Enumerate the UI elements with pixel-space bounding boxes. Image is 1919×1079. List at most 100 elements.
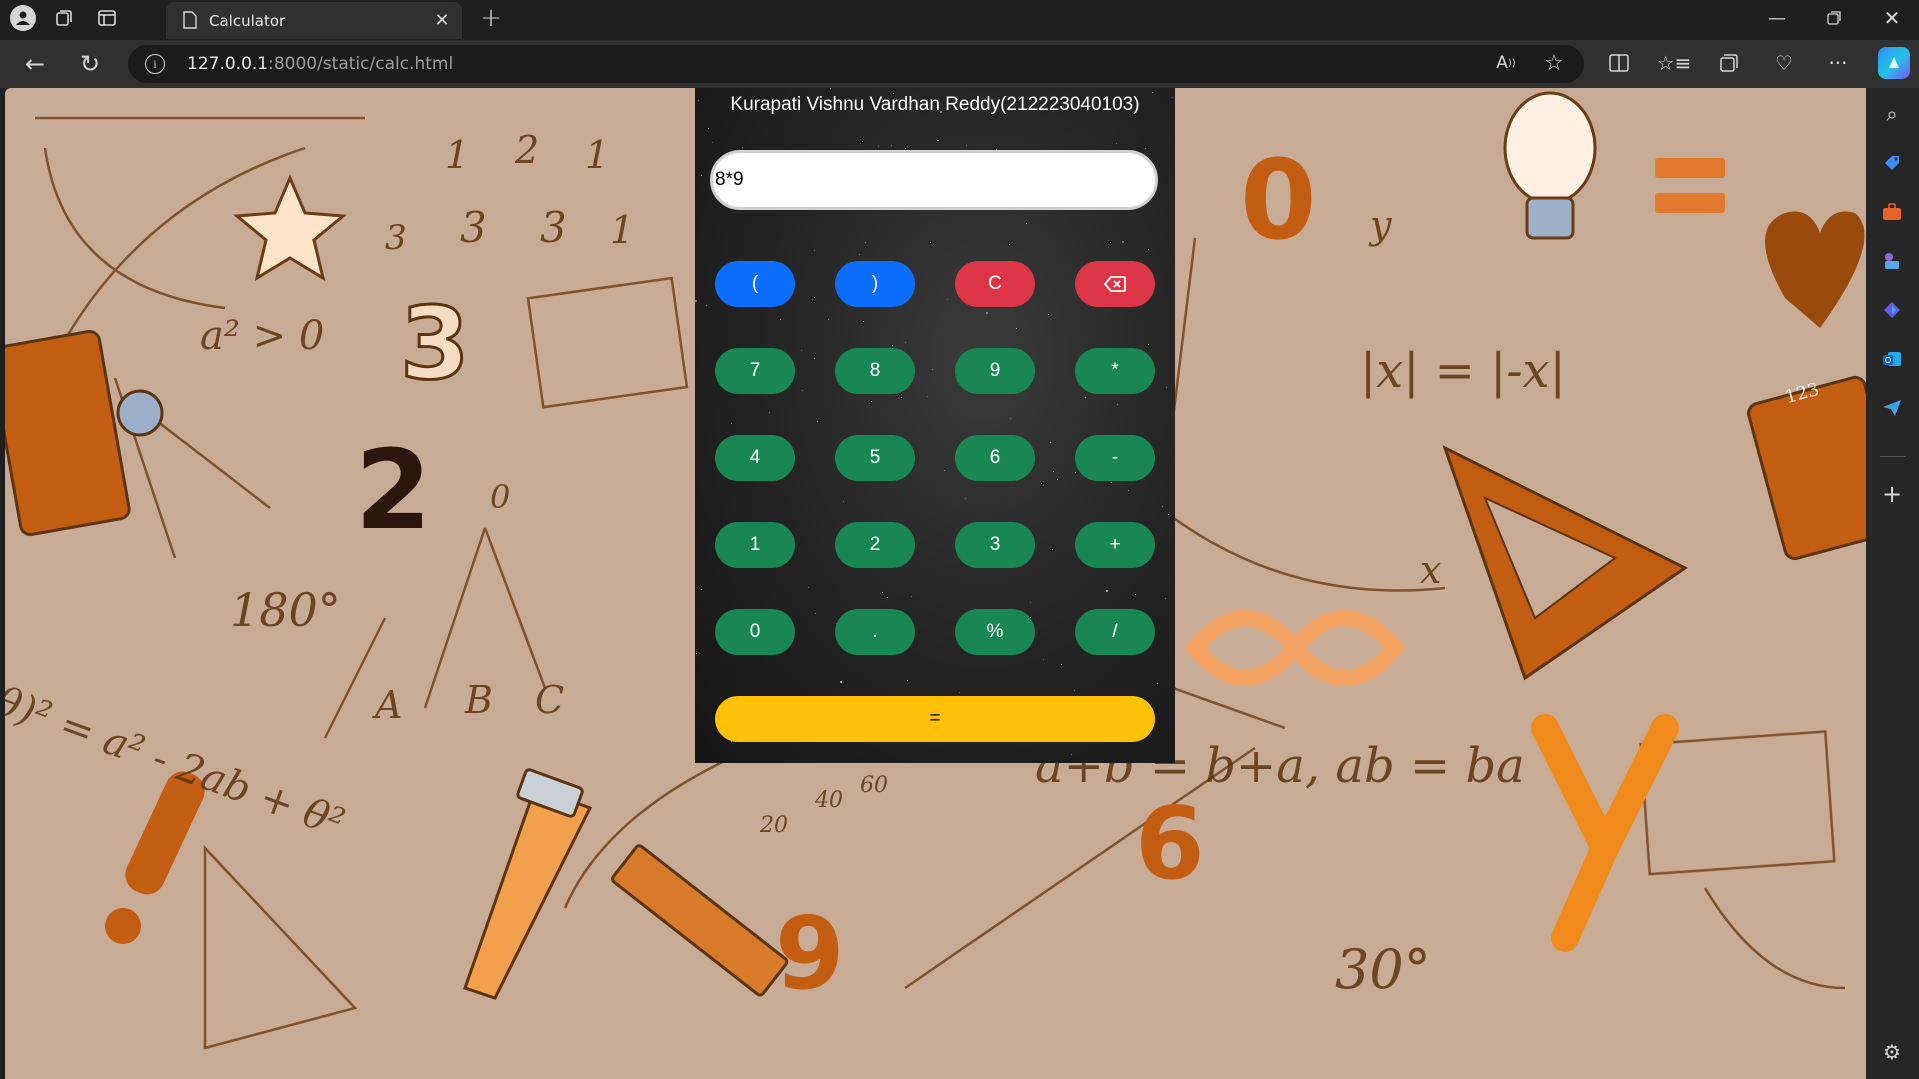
split-screen-icon[interactable]: [1605, 49, 1633, 77]
active-tab[interactable]: Calculator ✕: [166, 2, 462, 39]
favorite-star-icon[interactable]: ☆: [1540, 49, 1568, 77]
back-icon[interactable]: ←: [20, 49, 50, 79]
star-dot: [1074, 690, 1075, 691]
copilot-designer-icon[interactable]: [1878, 296, 1906, 324]
star-dot: [1009, 244, 1010, 245]
star-dot: [1128, 490, 1129, 491]
browser-essentials-icon[interactable]: ♡: [1770, 49, 1798, 77]
star-dot: [1157, 683, 1158, 684]
backspace-button[interactable]: [1075, 261, 1155, 307]
one-button[interactable]: 1: [715, 522, 795, 568]
doodle-text: 40: [815, 788, 843, 813]
divide-button[interactable]: /: [1075, 609, 1155, 655]
star-dot: [706, 305, 707, 306]
profile-icon[interactable]: [10, 5, 36, 31]
outlook-icon[interactable]: O: [1878, 345, 1906, 373]
refresh-icon[interactable]: ↻: [75, 49, 105, 79]
page-viewport: 2 3 0 6 9 1 2 1 3 3 1 3 a² > 0 0 180° A …: [5, 88, 1866, 1079]
svg-text:9: 9: [775, 895, 845, 1012]
doodle-text: B: [465, 678, 493, 722]
sidebar-settings-icon[interactable]: ⚙: [1878, 1038, 1906, 1066]
minimize-icon[interactable]: —: [1765, 6, 1789, 30]
star-dot: [901, 397, 902, 398]
add-sidebar-app-icon[interactable]: +: [1878, 480, 1906, 508]
shopping-tag-icon[interactable]: [1878, 149, 1906, 177]
new-tab-icon[interactable]: +: [478, 3, 504, 33]
star-dot: [859, 254, 860, 255]
doodle-text: 60: [860, 773, 888, 798]
star-dot: [959, 692, 960, 693]
clear-button[interactable]: C: [955, 261, 1035, 307]
star-dot: [1165, 598, 1166, 599]
eight-button[interactable]: 8: [835, 348, 915, 394]
seven-button[interactable]: 7: [715, 348, 795, 394]
send-icon[interactable]: [1878, 394, 1906, 422]
games-icon[interactable]: [1878, 247, 1906, 275]
star-dot: [701, 175, 702, 176]
star-dot: [932, 369, 933, 370]
doodle-text: a² > 0: [200, 313, 325, 359]
star-dot: [1117, 404, 1118, 405]
star-dot: [769, 412, 770, 413]
minus-button[interactable]: -: [1075, 435, 1155, 481]
star-dot: [947, 299, 948, 300]
tools-icon[interactable]: [1878, 198, 1906, 226]
svg-text:3: 3: [400, 285, 470, 402]
star-dot: [1168, 514, 1169, 515]
five-button[interactable]: 5: [835, 435, 915, 481]
calculator-panel: Kurapati Vishnu Vardhan Reddy(2122230401…: [695, 88, 1175, 763]
star-dot: [1122, 241, 1124, 243]
six-button[interactable]: 6: [955, 435, 1035, 481]
equals-button[interactable]: =: [715, 696, 1155, 742]
tab-actions-icon[interactable]: [95, 6, 119, 30]
star-dot: [1152, 92, 1153, 93]
edge-sidebar: ⌕ O + ⚙: [1866, 88, 1919, 1079]
copilot-icon[interactable]: [1878, 47, 1910, 79]
browser-toolbar: ← ↻ i 127.0.0.1:8000/static/calc.html A)…: [0, 40, 1919, 88]
star-dot: [1041, 483, 1042, 484]
restore-icon[interactable]: [1822, 6, 1846, 30]
workspaces-icon[interactable]: [52, 6, 76, 30]
star-dot: [862, 141, 863, 142]
site-info-icon[interactable]: i: [145, 54, 165, 74]
favorites-icon[interactable]: ☆≡: [1657, 49, 1692, 77]
read-aloud-icon[interactable]: A)): [1492, 49, 1520, 77]
two-button[interactable]: 2: [835, 522, 915, 568]
star-dot: [1057, 479, 1058, 480]
collections-icon[interactable]: [1715, 49, 1743, 77]
close-tab-icon[interactable]: ✕: [432, 10, 452, 31]
star-dot: [871, 401, 872, 402]
zero-button[interactable]: 0: [715, 609, 795, 655]
address-bar[interactable]: i 127.0.0.1:8000/static/calc.html: [128, 45, 1584, 83]
star-dot: [1166, 387, 1167, 388]
more-options-icon[interactable]: ···: [1824, 49, 1852, 77]
multiply-button[interactable]: *: [1075, 348, 1155, 394]
three-button[interactable]: 3: [955, 522, 1035, 568]
doodle-text: x: [1420, 548, 1442, 592]
star-dot: [701, 589, 702, 590]
plus-button[interactable]: +: [1075, 522, 1155, 568]
doodle-text: |x| = |-x|: [1360, 343, 1566, 399]
doodle-text: y: [1370, 203, 1392, 247]
url-text[interactable]: 127.0.0.1:8000/static/calc.html: [187, 54, 453, 74]
open-paren-button[interactable]: (: [715, 261, 795, 307]
star-dot: [905, 148, 906, 149]
star-dot: [731, 423, 732, 424]
calculator-display[interactable]: [710, 150, 1158, 210]
star-dot: [1111, 482, 1112, 483]
four-button[interactable]: 4: [715, 435, 795, 481]
star-dot: [1053, 471, 1054, 472]
close-window-icon[interactable]: ✕: [1880, 6, 1904, 30]
star-dot: [892, 345, 893, 346]
star-dot: [863, 321, 864, 322]
search-icon[interactable]: ⌕: [1878, 100, 1906, 128]
star-dot: [708, 128, 709, 129]
star-dot: [1145, 148, 1146, 149]
nine-button[interactable]: 9: [955, 348, 1035, 394]
doodle-text: 1: [585, 133, 610, 177]
decimal-button[interactable]: .: [835, 609, 915, 655]
star-dot: [780, 319, 781, 320]
percent-button[interactable]: %: [955, 609, 1035, 655]
close-paren-button[interactable]: ): [835, 261, 915, 307]
star-dot: [944, 470, 945, 471]
